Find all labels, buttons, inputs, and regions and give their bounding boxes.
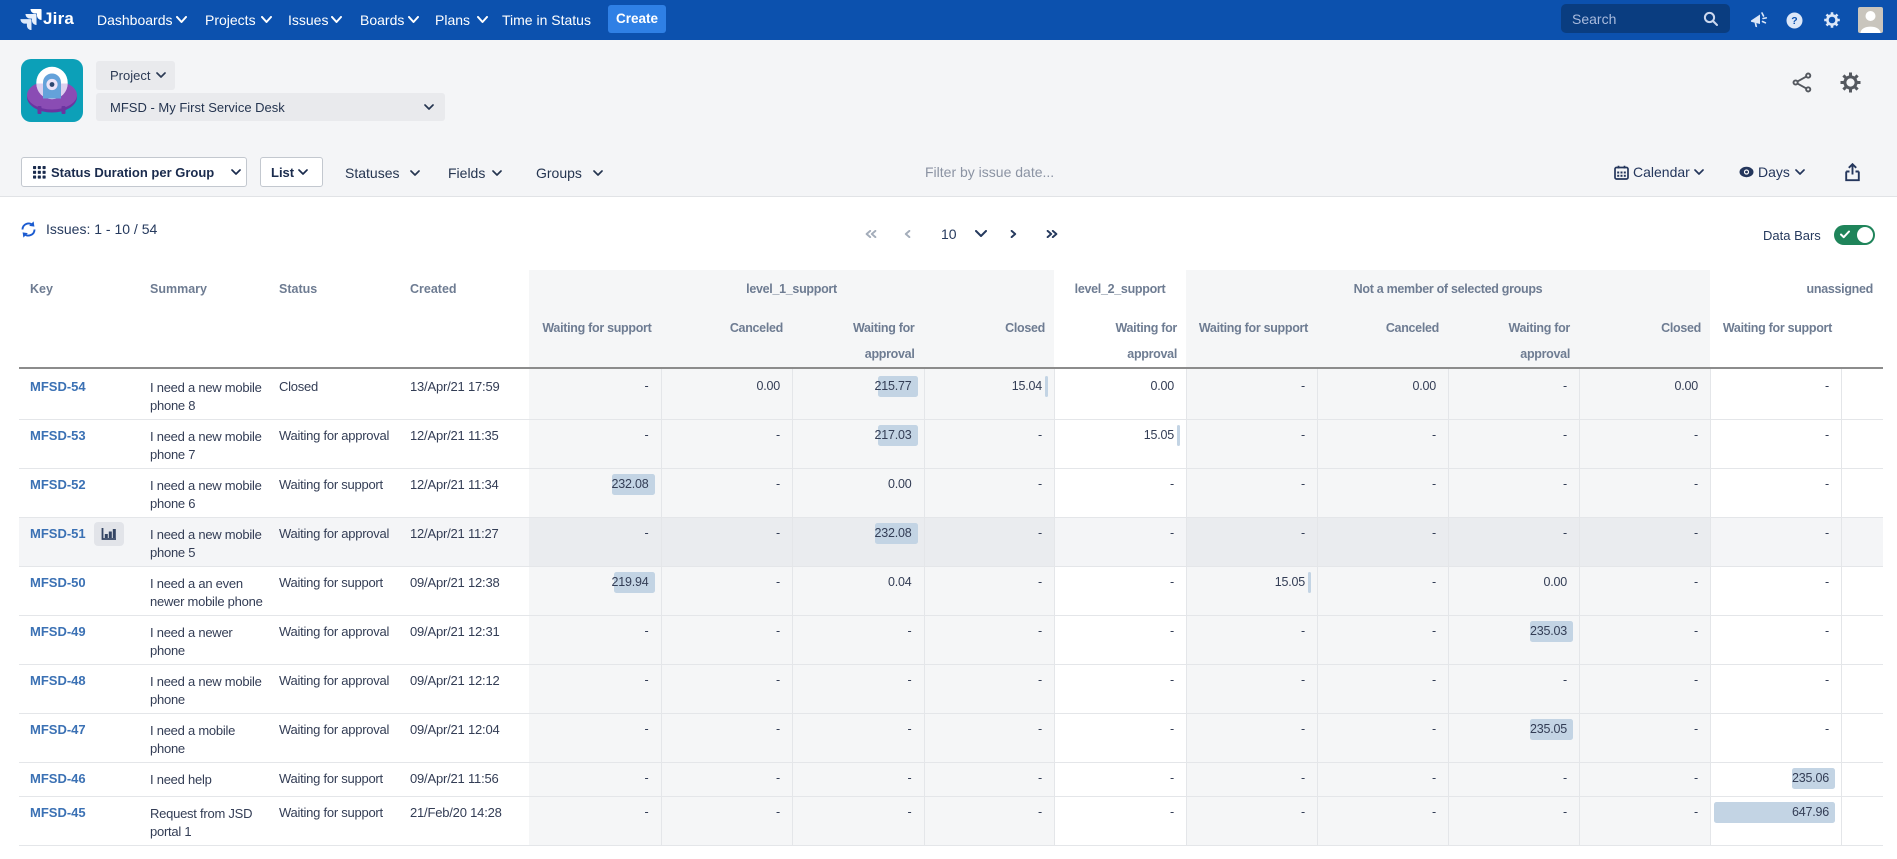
svg-text:?: ? [1791,15,1797,27]
